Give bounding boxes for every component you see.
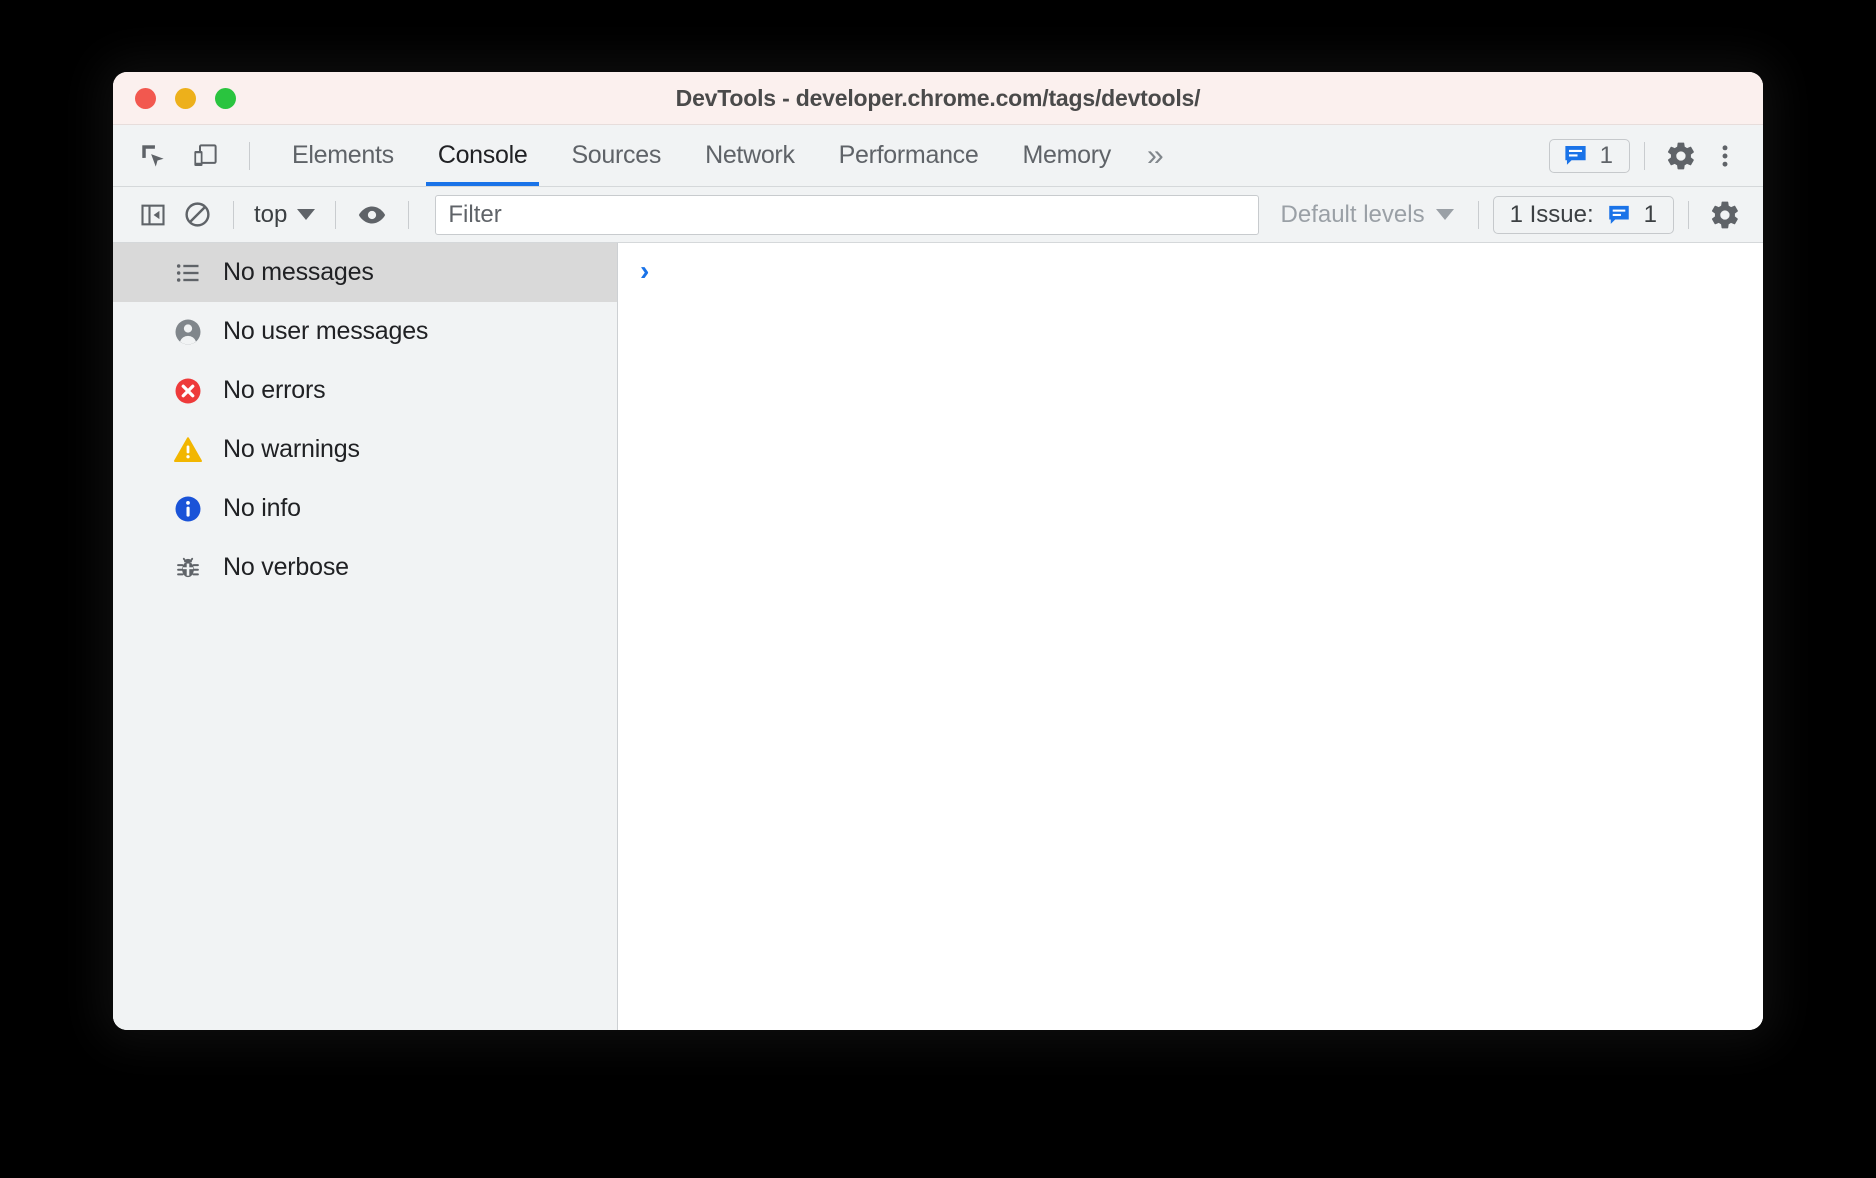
info-icon xyxy=(173,494,203,524)
gear-icon xyxy=(1709,199,1741,231)
user-icon xyxy=(173,317,203,347)
maximize-window-button[interactable] xyxy=(215,88,236,109)
chevron-down-icon xyxy=(1436,209,1454,220)
device-toolbar-icon xyxy=(190,141,220,171)
sidebar-item-label: No verbose xyxy=(223,553,349,582)
console-issues-label: 1 Issue: xyxy=(1510,201,1594,229)
console-settings-button[interactable] xyxy=(1703,193,1747,237)
eye-icon xyxy=(357,200,387,230)
window-titlebar: DevTools - developer.chrome.com/tags/dev… xyxy=(113,72,1763,125)
warning-icon xyxy=(173,435,203,465)
console-issues-button[interactable]: 1 Issue: 1 xyxy=(1493,196,1674,234)
sidebar-item-user-messages[interactable]: No user messages xyxy=(113,302,617,361)
tabbar-right-divider xyxy=(1644,142,1645,170)
inspect-element-icon xyxy=(138,141,168,171)
error-icon xyxy=(173,376,203,406)
show-console-sidebar-icon xyxy=(139,201,167,229)
screenshot-root: DevTools - developer.chrome.com/tags/dev… xyxy=(0,0,1876,1178)
clear-console-icon xyxy=(183,200,212,229)
clear-console-button[interactable] xyxy=(175,193,219,237)
issue-bubble-icon xyxy=(1562,142,1589,169)
log-levels-label: Default levels xyxy=(1281,201,1425,229)
sidebar-item-info[interactable]: No info xyxy=(113,479,617,538)
tab-elements[interactable]: Elements xyxy=(270,125,416,186)
console-filter-input[interactable]: Filter xyxy=(435,195,1258,235)
more-tabs-button[interactable]: » xyxy=(1133,125,1182,186)
javascript-context-selector[interactable]: top xyxy=(248,201,321,229)
console-prompt-chevron-icon: › xyxy=(640,257,649,285)
tabbar-divider xyxy=(249,142,250,170)
tabbar-left-icons xyxy=(113,125,264,186)
sidebar-item-label: No info xyxy=(223,494,301,523)
tab-performance[interactable]: Performance xyxy=(817,125,1001,186)
sidebar-item-label: No warnings xyxy=(223,435,360,464)
console-toolbar-divider-3 xyxy=(408,201,409,229)
inspect-element-button[interactable] xyxy=(131,134,175,178)
console-sidebar: No messages No user messages xyxy=(113,243,618,1030)
panel-tabs: Elements Console Sources Network Perform… xyxy=(270,125,1182,186)
kebab-menu-icon xyxy=(1711,142,1739,170)
devtools-tabbar: Elements Console Sources Network Perform… xyxy=(113,125,1763,187)
close-window-button[interactable] xyxy=(135,88,156,109)
tab-network[interactable]: Network xyxy=(683,125,817,186)
sidebar-item-errors[interactable]: No errors xyxy=(113,361,617,420)
devtools-more-options-button[interactable] xyxy=(1703,134,1747,178)
sidebar-item-label: No errors xyxy=(223,376,325,405)
console-toolbar-divider-4 xyxy=(1478,201,1479,229)
tabbar-right-icons: 1 xyxy=(1549,125,1763,186)
sidebar-item-label: No messages xyxy=(223,258,374,287)
issues-count: 1 xyxy=(1600,142,1613,170)
devtools-window: DevTools - developer.chrome.com/tags/dev… xyxy=(113,72,1763,1030)
tab-memory[interactable]: Memory xyxy=(1000,125,1132,186)
console-issues-count: 1 xyxy=(1644,201,1657,229)
console-toolbar-divider-2 xyxy=(335,201,336,229)
create-live-expression-button[interactable] xyxy=(350,193,394,237)
sidebar-item-label: No user messages xyxy=(223,317,428,346)
tab-sources[interactable]: Sources xyxy=(549,125,683,186)
console-filter-placeholder: Filter xyxy=(448,201,501,229)
log-levels-selector[interactable]: Default levels xyxy=(1271,201,1464,229)
console-prompt-row[interactable]: › xyxy=(618,243,1763,285)
console-toolbar-divider-5 xyxy=(1688,201,1689,229)
console-message-area[interactable]: › xyxy=(618,243,1763,1030)
window-controls xyxy=(135,88,236,109)
device-toolbar-button[interactable] xyxy=(183,134,227,178)
chevron-down-icon xyxy=(297,209,315,220)
issues-counter-badge[interactable]: 1 xyxy=(1549,139,1630,173)
sidebar-item-verbose[interactable]: No verbose xyxy=(113,538,617,597)
console-body: No messages No user messages xyxy=(113,243,1763,1030)
context-label: top xyxy=(254,201,287,229)
console-sidebar-toggle-button[interactable] xyxy=(131,193,175,237)
sidebar-item-warnings[interactable]: No warnings xyxy=(113,420,617,479)
console-toolbar: top Filter Default levels 1 Issue: xyxy=(113,187,1763,243)
console-toolbar-divider-1 xyxy=(233,201,234,229)
minimize-window-button[interactable] xyxy=(175,88,196,109)
tab-console[interactable]: Console xyxy=(416,125,550,186)
devtools-settings-button[interactable] xyxy=(1659,134,1703,178)
list-icon xyxy=(173,258,203,288)
gear-icon xyxy=(1665,140,1697,172)
sidebar-item-messages[interactable]: No messages xyxy=(113,243,617,302)
issue-bubble-icon xyxy=(1606,202,1632,228)
window-title: DevTools - developer.chrome.com/tags/dev… xyxy=(113,85,1763,112)
bug-icon xyxy=(173,553,203,583)
